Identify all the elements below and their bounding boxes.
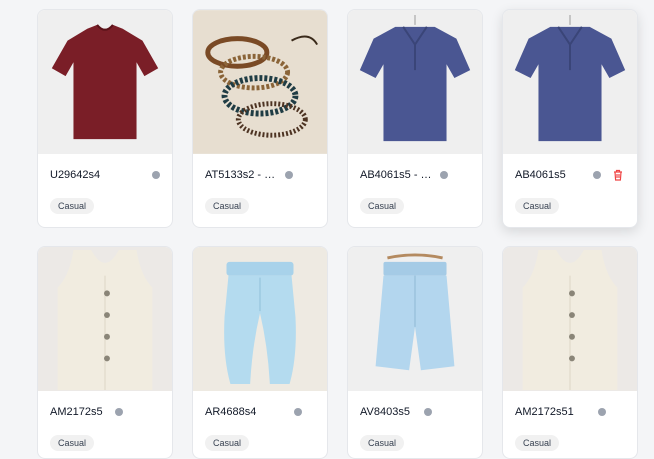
status-dot [152, 171, 160, 179]
product-code: U29642s4 [50, 169, 101, 181]
product-image-cream-vest[interactable] [38, 247, 172, 391]
category-tag[interactable]: Casual [205, 435, 250, 451]
blue-pants-image [193, 248, 327, 390]
trash-icon[interactable] [611, 168, 625, 182]
status-dot [423, 408, 432, 416]
product-image-navy-polo[interactable] [503, 10, 637, 154]
status-dot [597, 408, 606, 416]
category-tag[interactable]: Casual [50, 198, 95, 214]
product-image-navy-polo[interactable] [348, 10, 482, 154]
category-tag[interactable]: Casual [205, 198, 250, 214]
category-tag[interactable]: Casual [50, 435, 95, 451]
product-code: AB4061s5 - Co... [360, 169, 438, 181]
bracelets-image [193, 11, 327, 153]
product-card[interactable]: AT5133s2 - Co... Casual [192, 9, 328, 228]
status-dot [294, 408, 303, 416]
cream-vest-image [522, 250, 618, 390]
product-card[interactable]: U29642s4 Casual [37, 9, 173, 228]
category-tag[interactable]: Casual [515, 435, 560, 451]
product-code: AT5133s2 - Co... [205, 169, 283, 181]
navy-polo-image [514, 15, 626, 142]
product-code: AV8403s5 [360, 406, 410, 418]
product-image-blue-pants[interactable] [193, 247, 327, 391]
product-card[interactable]: AB4061s5 Casual [502, 9, 638, 228]
product-image-cream-vest[interactable] [503, 247, 637, 391]
product-card[interactable]: AB4061s5 - Co... Casual [347, 9, 483, 228]
status-dot [593, 171, 601, 179]
product-code: AB4061s5 [515, 169, 566, 181]
status-dot [285, 171, 293, 179]
product-image-blue-shorts[interactable] [348, 247, 482, 391]
status-dot [440, 171, 448, 179]
navy-polo-image [359, 15, 471, 142]
category-tag[interactable]: Casual [360, 198, 405, 214]
blue-shorts-image [375, 253, 455, 371]
product-card[interactable]: AR4688s4 Casual [192, 246, 328, 459]
product-card[interactable]: AM2172s51 Casual [502, 246, 638, 459]
product-card[interactable]: AV8403s5 Casual [347, 246, 483, 459]
status-dot [114, 408, 123, 416]
product-code: AM2172s51 [515, 406, 574, 418]
product-card[interactable]: AM2172s5 Casual [37, 246, 173, 459]
cream-vest-image [57, 250, 153, 390]
category-tag[interactable]: Casual [360, 435, 405, 451]
product-image-maroon-tshirt[interactable] [38, 10, 172, 154]
maroon-tshirt-image [51, 24, 159, 140]
product-code: AM2172s5 [50, 406, 103, 418]
product-code: AR4688s4 [205, 406, 257, 418]
category-tag[interactable]: Casual [515, 198, 560, 214]
product-image-bracelets[interactable] [193, 10, 327, 154]
